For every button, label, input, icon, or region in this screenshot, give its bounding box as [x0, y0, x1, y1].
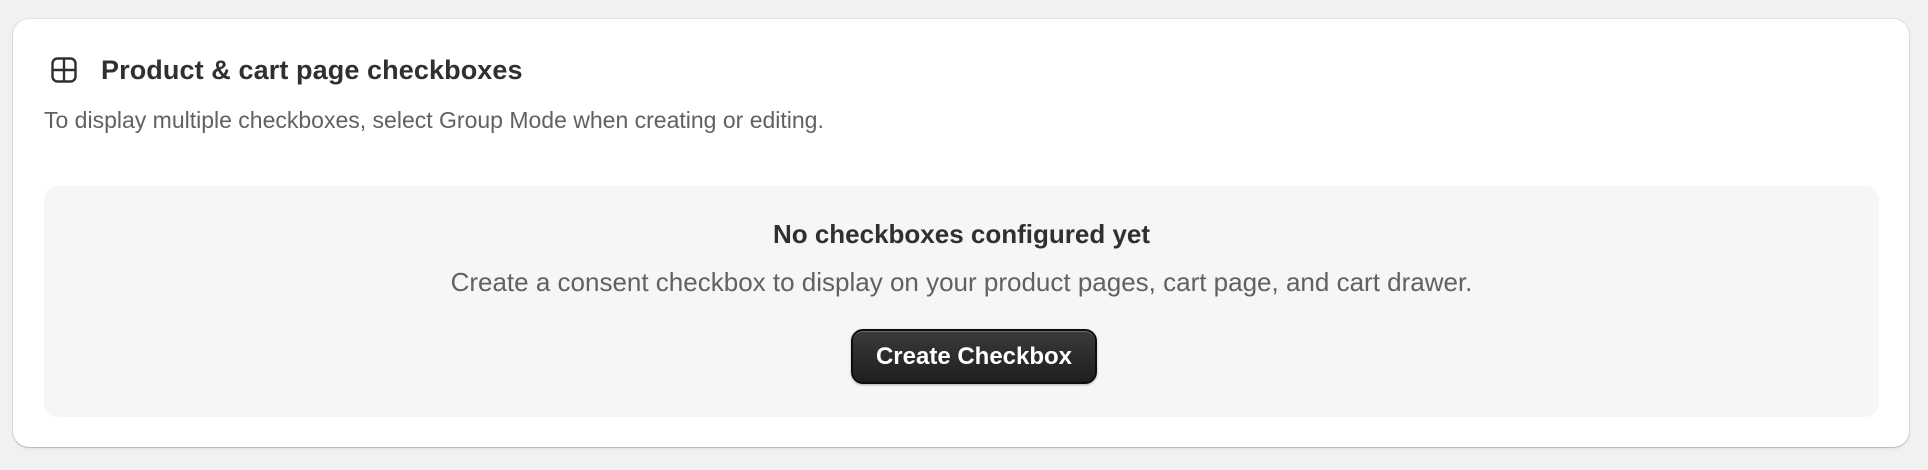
empty-state-title: No checkboxes configured yet: [772, 219, 1151, 249]
checkboxes-card: Product & cart page checkboxes To displa…: [13, 19, 1909, 447]
create-checkbox-button[interactable]: Create Checkbox: [851, 329, 1097, 384]
card-title: Product & cart page checkboxes: [101, 54, 523, 85]
card-subtitle: To display multiple checkboxes, select G…: [44, 107, 824, 133]
card-header: Product & cart page checkboxes: [49, 51, 523, 89]
empty-state-text: Create a consent checkbox to display on …: [450, 267, 1473, 297]
layout-blocks-icon: [49, 55, 79, 85]
empty-state: No checkboxes configured yet Create a co…: [44, 186, 1879, 417]
